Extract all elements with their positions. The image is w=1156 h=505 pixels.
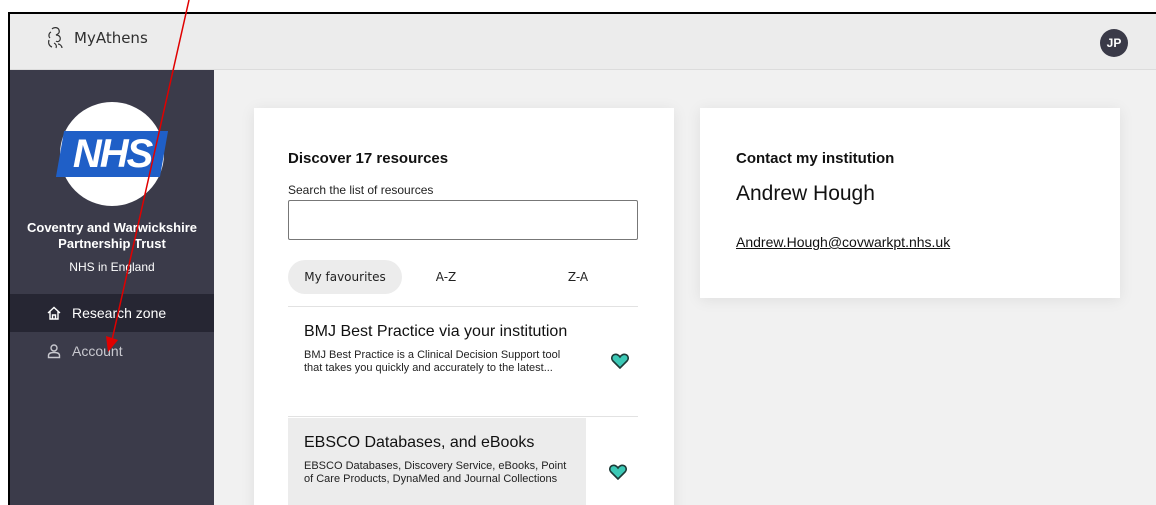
top-bar: MyAthens JP — [10, 14, 1156, 70]
nav-label: Research zone — [72, 305, 167, 321]
home-icon — [47, 306, 61, 320]
nav-account[interactable]: Account — [10, 332, 214, 370]
heart-icon — [611, 353, 629, 369]
favourite-button[interactable] — [586, 418, 650, 505]
nhs-logo-text: NHS — [72, 131, 152, 176]
resource-description: EBSCO Databases, Discovery Service, eBoo… — [304, 460, 567, 485]
athena-logo-icon — [48, 27, 63, 49]
resource-title[interactable]: EBSCO Databases, and eBooks — [304, 434, 534, 452]
org-subtitle: NHS in England — [69, 260, 155, 274]
discover-card: Discover 17 resources Search the list of… — [254, 108, 674, 505]
tab-z-a[interactable]: Z-A — [536, 260, 620, 294]
sidebar: NHS Coventry and Warwickshire Partnershi… — [10, 70, 214, 505]
nhs-logo-box: NHS — [55, 131, 169, 177]
nav-label: Account — [72, 343, 123, 359]
app-window: MyAthens JP NHS Coventry and Warwickshir… — [8, 12, 1156, 505]
resource-item[interactable]: BMJ Best Practice via your institution B… — [288, 307, 638, 417]
favourite-button[interactable] — [588, 351, 652, 417]
heart-icon — [609, 464, 627, 480]
app-name: MyAthens — [74, 29, 148, 47]
resource-description: BMJ Best Practice is a Clinical Decision… — [304, 349, 561, 374]
contact-email-link[interactable]: Andrew.Hough@covwarkpt.nhs.uk — [736, 234, 950, 250]
brand[interactable]: MyAthens — [44, 26, 148, 50]
nav-research-zone[interactable]: Research zone — [10, 294, 214, 332]
tab-a-z[interactable]: A-Z — [404, 260, 488, 294]
resource-title[interactable]: BMJ Best Practice via your institution — [304, 323, 567, 341]
user-avatar[interactable]: JP — [1100, 29, 1128, 57]
contact-name: Andrew Hough — [736, 182, 875, 205]
user-icon — [47, 344, 61, 359]
contact-title: Contact my institution — [736, 150, 895, 167]
search-label: Search the list of resources — [288, 183, 434, 197]
discover-title: Discover 17 resources — [288, 150, 449, 167]
resource-item[interactable]: EBSCO Databases, and eBooks EBSCO Databa… — [288, 418, 650, 505]
search-input[interactable] — [288, 200, 638, 240]
org-logo: NHS — [55, 102, 169, 206]
tab-my-favourites[interactable]: My favourites — [288, 260, 402, 294]
org-name: Coventry and Warwickshire Partnership Tr… — [26, 220, 197, 251]
contact-card: Contact my institution Andrew Hough Andr… — [700, 108, 1120, 298]
